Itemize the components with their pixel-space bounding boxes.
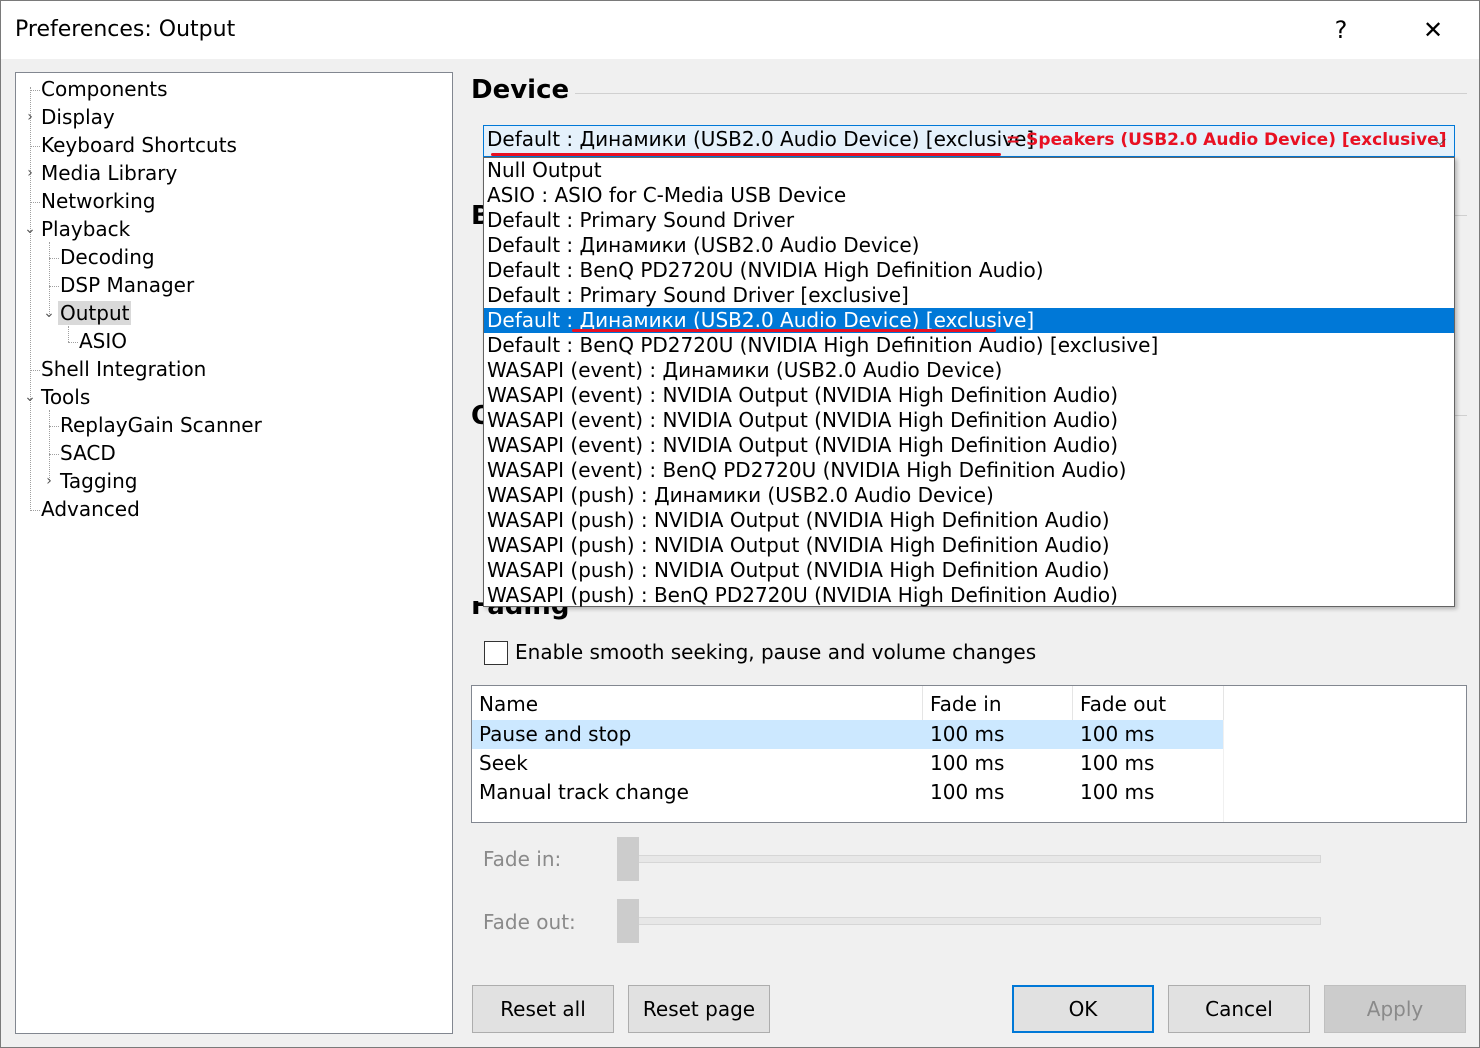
device-dropdown-list[interactable]: Null Output ASIO : ASIO for C-Media USB … <box>483 157 1455 607</box>
column-header-fade-in[interactable]: Fade in <box>923 686 1073 720</box>
cell-name: Seek <box>479 751 528 775</box>
dropdown-option[interactable]: ASIO : ASIO for C-Media USB Device <box>484 183 1454 208</box>
tree-guide <box>30 370 40 371</box>
apply-button[interactable]: Apply <box>1324 985 1466 1033</box>
device-selected-value: Default : Динамики (USB2.0 Audio Device)… <box>487 127 1035 151</box>
chevron-down-icon[interactable]: ⌄ <box>24 383 36 411</box>
device-section-title: Device <box>471 75 570 105</box>
table-row[interactable]: Pause and stop 100 ms 100 ms <box>472 720 1224 749</box>
tree-item-playback[interactable]: Playback <box>41 215 130 243</box>
fade-out-slider-track[interactable] <box>617 917 1321 925</box>
dropdown-option[interactable]: Default : BenQ PD2720U (NVIDIA High Defi… <box>484 333 1454 358</box>
chevron-down-icon[interactable]: ⌵ <box>1434 130 1446 150</box>
fade-out-label: Fade out: <box>483 910 576 934</box>
dropdown-option[interactable]: WASAPI (push) : NVIDIA Output (NVIDIA Hi… <box>484 508 1454 533</box>
tree-guide <box>30 510 40 511</box>
tree-guide <box>68 326 69 342</box>
cell-fade-in: 100 ms <box>930 780 1005 804</box>
tree-guide <box>30 146 40 147</box>
cell-fade-out: 100 ms <box>1080 751 1155 775</box>
help-icon: ? <box>1334 16 1348 44</box>
dropdown-option[interactable]: Default : Primary Sound Driver [exclusiv… <box>484 283 1454 308</box>
tree-item-keyboard-shortcuts[interactable]: Keyboard Shortcuts <box>41 131 237 159</box>
chevron-down-icon[interactable]: ⌄ <box>24 215 36 243</box>
cell-name: Pause and stop <box>479 722 632 746</box>
tree-guide <box>68 342 78 343</box>
cell-fade-in: 100 ms <box>930 751 1005 775</box>
tree-item-asio[interactable]: ASIO <box>79 327 127 355</box>
table-row[interactable]: Manual track change 100 ms 100 ms <box>472 778 1224 807</box>
tree-item-sacd[interactable]: SACD <box>60 439 116 467</box>
chevron-right-icon[interactable]: › <box>43 467 55 495</box>
title-bar: Preferences: Output ? ✕ <box>1 1 1479 59</box>
dropdown-option[interactable]: WASAPI (event) : NVIDIA Output (NVIDIA H… <box>484 383 1454 408</box>
preferences-tree[interactable]: › › ⌄ ⌄ ⌄ › Components Display Keyboard … <box>15 72 453 1034</box>
tree-item-shell-integration[interactable]: Shell Integration <box>41 355 206 383</box>
dropdown-option[interactable]: WASAPI (event) : BenQ PD2720U (NVIDIA Hi… <box>484 458 1454 483</box>
fade-out-slider-thumb[interactable] <box>617 899 639 943</box>
dropdown-option[interactable]: WASAPI (push) : Динамики (USB2.0 Audio D… <box>484 483 1454 508</box>
tree-item-decoding[interactable]: Decoding <box>60 243 155 271</box>
tree-guide <box>49 454 59 455</box>
column-header-fade-out[interactable]: Fade out <box>1073 686 1224 720</box>
tree-guide <box>49 286 59 287</box>
smooth-seeking-checkbox[interactable] <box>484 641 508 665</box>
dropdown-option[interactable]: WASAPI (event) : Динамики (USB2.0 Audio … <box>484 358 1454 383</box>
cell-name: Manual track change <box>479 780 689 804</box>
tree-guide <box>30 87 31 509</box>
chevron-right-icon[interactable]: › <box>24 103 36 131</box>
close-icon: ✕ <box>1422 16 1444 44</box>
fade-table[interactable]: Name Fade in Fade out Pause and stop 100… <box>471 685 1467 823</box>
dropdown-option[interactable]: WASAPI (event) : NVIDIA Output (NVIDIA H… <box>484 408 1454 433</box>
tree-guide <box>49 258 59 259</box>
dropdown-option[interactable]: WASAPI (push) : BenQ PD2720U (NVIDIA Hig… <box>484 583 1454 608</box>
smooth-seeking-label[interactable]: Enable smooth seeking, pause and volume … <box>515 640 1036 664</box>
cell-fade-out: 100 ms <box>1080 722 1155 746</box>
window-title: Preferences: Output <box>15 17 236 42</box>
dropdown-option[interactable]: WASAPI (push) : NVIDIA Output (NVIDIA Hi… <box>484 558 1454 583</box>
tree-item-display[interactable]: Display <box>41 103 115 131</box>
cell-fade-out: 100 ms <box>1080 780 1155 804</box>
ok-button[interactable]: OK <box>1012 985 1154 1033</box>
dropdown-option[interactable]: Default : Динамики (USB2.0 Audio Device) <box>484 233 1454 258</box>
column-header-name[interactable]: Name <box>472 686 923 720</box>
section-divider <box>575 93 1467 94</box>
dropdown-option[interactable]: WASAPI (event) : NVIDIA Output (NVIDIA H… <box>484 433 1454 458</box>
tree-item-replaygain-scanner[interactable]: ReplayGain Scanner <box>60 411 262 439</box>
cancel-button[interactable]: Cancel <box>1168 985 1310 1033</box>
help-button[interactable]: ? <box>1295 1 1387 59</box>
tree-item-tools[interactable]: Tools <box>41 383 90 411</box>
device-annotation: = Speakers (USB2.0 Audio Device) [exclus… <box>1006 130 1447 150</box>
chevron-right-icon[interactable]: › <box>24 159 36 187</box>
dropdown-option[interactable]: Null Output <box>484 158 1454 183</box>
annotation-underline <box>491 153 1001 156</box>
table-row[interactable]: Seek 100 ms 100 ms <box>472 749 1224 778</box>
reset-all-button[interactable]: Reset all <box>472 985 614 1033</box>
tree-guide <box>30 202 40 203</box>
section-divider <box>1455 415 1467 416</box>
preferences-window: Preferences: Output ? ✕ › › ⌄ ⌄ ⌄ › Comp… <box>0 0 1480 1048</box>
fade-in-slider-track[interactable] <box>617 855 1321 863</box>
tree-item-networking[interactable]: Networking <box>41 187 155 215</box>
dropdown-option[interactable]: WASAPI (push) : NVIDIA Output (NVIDIA Hi… <box>484 533 1454 558</box>
fade-in-label: Fade in: <box>483 847 562 871</box>
reset-page-button[interactable]: Reset page <box>628 985 770 1033</box>
tree-item-output[interactable]: Output <box>58 299 132 327</box>
annotation-underline <box>572 329 996 332</box>
chevron-down-icon[interactable]: ⌄ <box>43 299 55 327</box>
dropdown-option[interactable]: Default : BenQ PD2720U (NVIDIA High Defi… <box>484 258 1454 283</box>
close-button[interactable]: ✕ <box>1387 1 1479 59</box>
tree-item-components[interactable]: Components <box>41 75 168 103</box>
tree-guide <box>49 426 59 427</box>
cell-fade-in: 100 ms <box>930 722 1005 746</box>
column-separator <box>1223 720 1224 822</box>
section-divider <box>1455 215 1467 216</box>
tree-item-media-library[interactable]: Media Library <box>41 159 177 187</box>
dropdown-option[interactable]: Default : Primary Sound Driver <box>484 208 1454 233</box>
tree-item-tagging[interactable]: Tagging <box>60 467 137 495</box>
fade-in-slider-thumb[interactable] <box>617 837 639 881</box>
tree-guide <box>30 90 40 91</box>
tree-item-dsp-manager[interactable]: DSP Manager <box>60 271 194 299</box>
tree-item-advanced[interactable]: Advanced <box>41 495 140 523</box>
